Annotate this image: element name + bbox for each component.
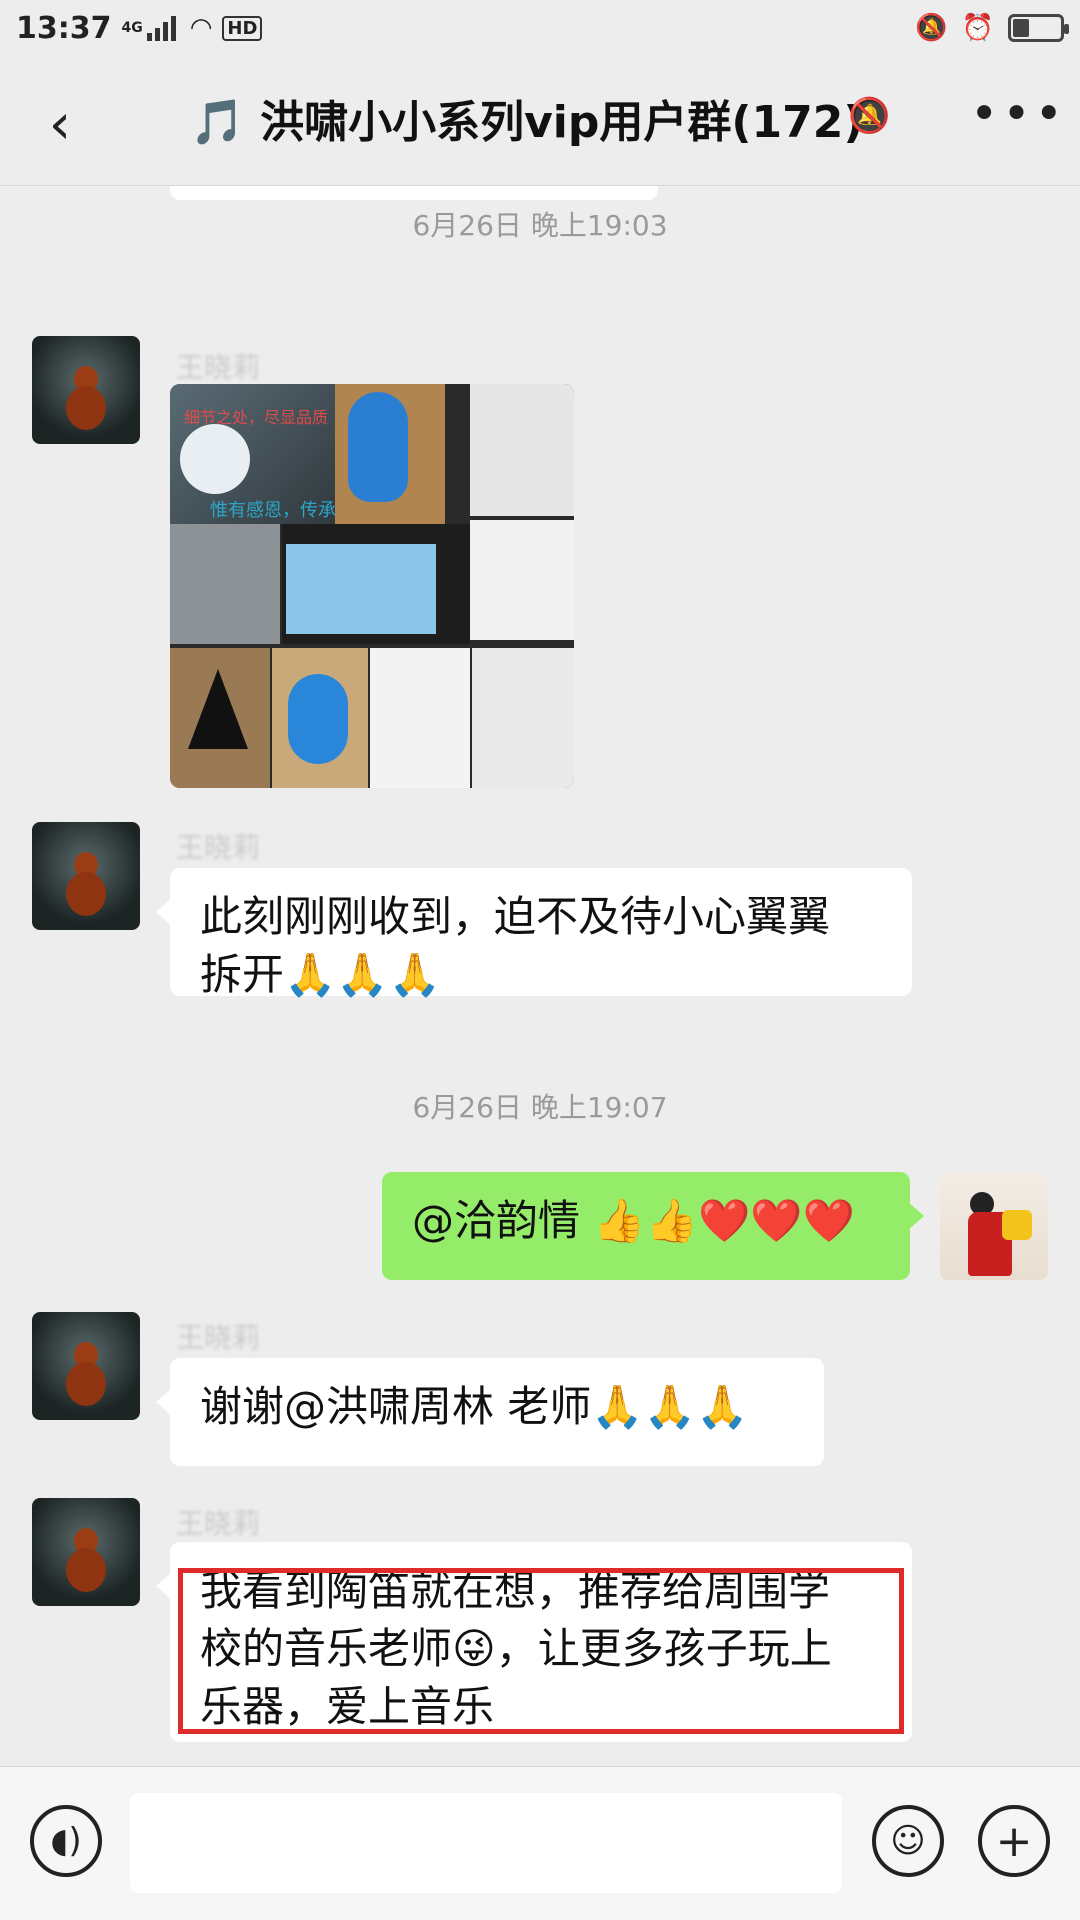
avatar[interactable] bbox=[32, 1312, 140, 1420]
photo-caption: 细节之处，尽显品质 bbox=[184, 408, 329, 427]
chat-header: ‹ 🎵 洪啸小小系列vip用户群(172) 🔕 ••• bbox=[0, 56, 1080, 186]
more-options-icon[interactable]: ••• bbox=[970, 86, 1067, 142]
sender-name: 王晓莉 bbox=[176, 1507, 261, 1540]
text-message[interactable]: 此刻刚刚收到，迫不及待小心翼翼 拆开🙏🙏🙏 bbox=[156, 868, 912, 999]
photo-caption: 惟有感恩，传承 bbox=[210, 500, 336, 521]
plus-icon[interactable]: + bbox=[978, 1805, 1050, 1877]
chat-title: 🎵 洪啸小小系列vip用户群(172) bbox=[190, 97, 864, 148]
status-bar: 13:37 4G ◠ HD 🔕 ⏰ bbox=[0, 0, 1080, 56]
message-text: 此刻刚刚收到，迫不及待小心翼翼 bbox=[200, 892, 831, 941]
timestamp: 6月26日 晚上19:07 bbox=[412, 1091, 668, 1124]
bell-muted-icon: 🔕 bbox=[848, 96, 891, 136]
highlight-box bbox=[178, 1568, 904, 1734]
hd-icon: HD bbox=[222, 15, 263, 41]
avatar[interactable] bbox=[32, 1498, 140, 1606]
alarm-icon: ⏰ bbox=[961, 13, 994, 43]
battery-icon bbox=[1008, 14, 1069, 42]
network-type: 4G bbox=[121, 20, 143, 36]
my-avatar[interactable] bbox=[940, 1172, 1048, 1280]
timestamp: 6月26日 晚上19:03 bbox=[412, 209, 668, 242]
voice-icon[interactable]: ◖) bbox=[30, 1805, 102, 1877]
sender-name: 王晓莉 bbox=[176, 351, 261, 384]
back-arrow-icon[interactable]: ‹ bbox=[30, 92, 90, 157]
wifi-icon: ◠ bbox=[189, 13, 213, 43]
message-text: 拆开🙏🙏🙏 bbox=[200, 950, 441, 999]
notification-muted-icon: 🔕 bbox=[915, 13, 948, 43]
photo-message[interactable]: 细节之处，尽显品质 惟有感恩，传承 bbox=[170, 384, 574, 788]
sender-name: 王晓莉 bbox=[176, 831, 261, 864]
my-message[interactable]: @洽韵情 👍👍❤️❤️❤️ bbox=[382, 1172, 924, 1280]
input-bar: ◖) ☺ + bbox=[0, 1766, 1080, 1920]
message-text: @洽韵情 👍👍❤️❤️❤️ bbox=[412, 1196, 855, 1245]
avatar[interactable] bbox=[32, 336, 140, 444]
sender-name: 王晓莉 bbox=[176, 1321, 261, 1354]
message-list[interactable]: 6月26日 晚上19:03 王晓莉 细节之处，尽显品质 惟有感恩，传承 王晓莉 … bbox=[0, 186, 1080, 1766]
emoji-icon[interactable]: ☺ bbox=[872, 1805, 944, 1877]
text-message[interactable]: 谢谢@洪啸周林 老师🙏🙏🙏 bbox=[156, 1358, 824, 1466]
signal-icon bbox=[146, 15, 176, 41]
message-text: 谢谢@洪啸周林 老师🙏🙏🙏 bbox=[200, 1382, 749, 1431]
message-input[interactable] bbox=[130, 1793, 842, 1893]
status-time: 13:37 bbox=[16, 10, 112, 46]
avatar[interactable] bbox=[32, 822, 140, 930]
previous-message-bubble bbox=[170, 186, 658, 200]
